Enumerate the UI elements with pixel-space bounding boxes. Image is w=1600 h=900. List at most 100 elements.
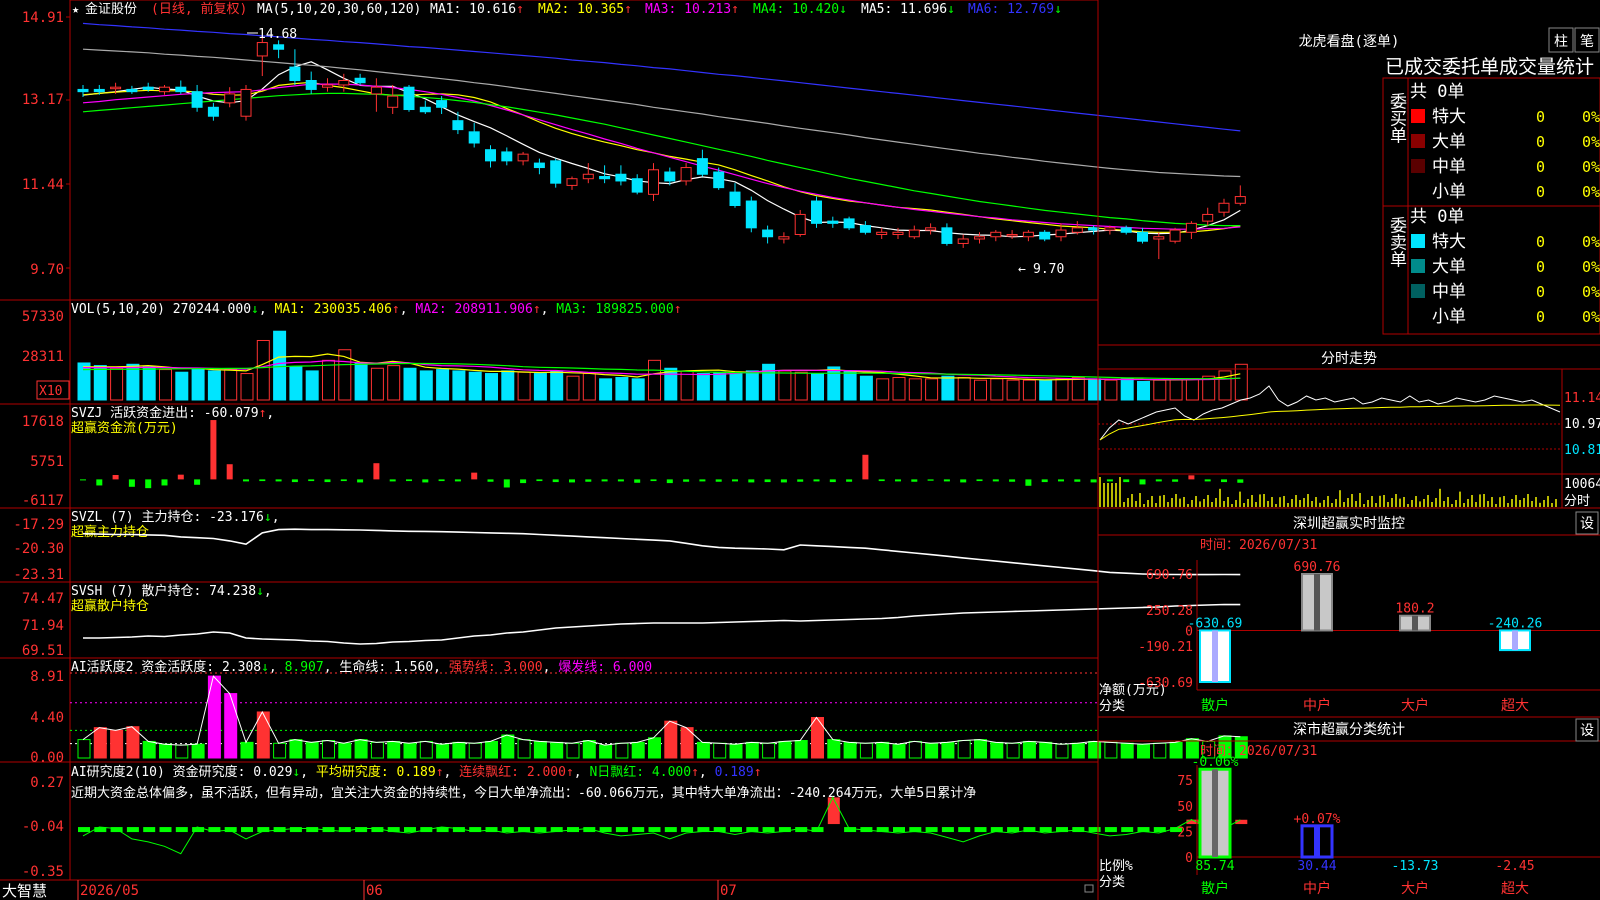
- candle-body: [582, 173, 594, 180]
- svzj-bar: [275, 479, 282, 482]
- ai2-bar: [404, 827, 416, 833]
- ai1-bar: [1039, 741, 1053, 759]
- ai2-bar: [632, 827, 645, 833]
- vol-bar: [191, 367, 205, 401]
- candle-body: [452, 120, 464, 131]
- order-type-label: 小单: [1432, 182, 1466, 202]
- svzj-y-tick: 5751: [30, 454, 64, 470]
- ai1-bar: [1120, 742, 1134, 759]
- svzj-bar: [878, 479, 885, 482]
- stats-category: 散户: [1201, 880, 1229, 897]
- svzj-bar: [324, 479, 331, 483]
- chart-mode[interactable]: (日线, 前复权): [151, 1, 247, 17]
- svzj-bar: [960, 479, 967, 483]
- vol-bar: [354, 362, 368, 401]
- order-type-label: 中单: [1432, 157, 1466, 177]
- vol-bar: [745, 370, 759, 401]
- sell-total: 共 0单: [1410, 207, 1464, 227]
- svzj-bar: [291, 479, 298, 483]
- svzj-bar: [226, 464, 233, 480]
- ai1-bar: [794, 740, 808, 759]
- candle-body: [696, 158, 708, 175]
- candle-body: [1185, 222, 1197, 233]
- order-type-label: 大单: [1432, 132, 1466, 152]
- stats-value-label: -13.73: [1392, 859, 1439, 874]
- ai1-bar: [501, 734, 515, 759]
- vol-bar: [403, 367, 417, 401]
- svzl-y-tick: -17.29: [13, 517, 64, 533]
- stats-y-tick: 0: [1185, 851, 1193, 866]
- candle-body: [207, 106, 219, 117]
- ai2-bar: [664, 827, 677, 833]
- stats-y-tick: 25: [1177, 825, 1193, 840]
- candle-body: [794, 213, 806, 236]
- monitor-category: 超大: [1501, 698, 1529, 714]
- intraday-vol-tick: 10064: [1564, 477, 1600, 492]
- vol-bar: [680, 370, 694, 401]
- svzj-bar: [1090, 479, 1097, 483]
- svzj-bar: [715, 479, 722, 482]
- ai1-bar: [843, 741, 857, 759]
- svzj-bar: [1221, 479, 1227, 483]
- ai1-bar: [778, 740, 792, 759]
- svzj-bar: [943, 479, 950, 482]
- order-count: 0: [1536, 258, 1545, 276]
- order-percent: 0%: [1582, 258, 1600, 276]
- monitor-value-label: -630.69: [1188, 616, 1243, 631]
- ai2-bar: [925, 827, 938, 833]
- ai1-bar: [468, 742, 482, 759]
- ai2-title: AI研究度2(10) 资金研究度: 0.029↓, 平均研究度: 0.189↑,…: [71, 764, 762, 780]
- vol-bar: [729, 373, 743, 401]
- ai1-bar: [876, 741, 890, 759]
- favorite-star-icon[interactable]: ★: [72, 2, 79, 16]
- svzj-bar: [128, 479, 135, 487]
- stats-top-label: -0.06%: [1192, 755, 1239, 770]
- vol-bar: [533, 373, 547, 401]
- stats-settings-button[interactable]: 设: [1575, 718, 1599, 742]
- ai1-bar: [1055, 743, 1069, 759]
- svzl-title: SVZL (7) 主力持仓: -23.176↓,: [71, 510, 280, 525]
- longhu-title: 龙虎看盘(逐单): [1299, 33, 1400, 50]
- candle-body: [175, 86, 187, 93]
- vol-bar: [876, 378, 890, 401]
- x-label: 06: [366, 883, 383, 899]
- vol-bar: [550, 370, 564, 401]
- svzj-bar: [438, 479, 445, 482]
- candle-body: [1022, 231, 1034, 238]
- monitor-value-label: -240.26: [1488, 616, 1543, 631]
- monitor-settings-button[interactable]: 设: [1575, 511, 1599, 535]
- ai2-y-tick: 0.27: [30, 775, 64, 791]
- intraday-label: 分时: [1564, 494, 1590, 509]
- monitor-time: 时间：2026/07/31: [1200, 538, 1317, 553]
- vol-bar: [110, 367, 124, 401]
- vol-bar: [93, 365, 107, 401]
- candle-body: [273, 44, 285, 50]
- order-percent: 0%: [1582, 308, 1600, 326]
- vol-bar: [1218, 370, 1232, 401]
- svg-text:柱: 柱: [1554, 34, 1568, 50]
- svzj-bar: [585, 479, 592, 482]
- candle-body: [729, 191, 741, 207]
- ai1-bar: [322, 740, 335, 759]
- ai1-bar: [696, 741, 710, 759]
- order-type-label: 小单: [1432, 307, 1466, 327]
- tick-view-button[interactable]: 笔: [1574, 27, 1600, 53]
- order-color-swatch: [1411, 109, 1425, 123]
- vol-bar: [1137, 380, 1150, 401]
- stats-bar-stripe: [1212, 769, 1218, 857]
- monitor-category: 大户: [1401, 697, 1429, 714]
- candle-body: [436, 100, 448, 108]
- ai1-y-tick: 8.91: [30, 669, 64, 685]
- bar-view-button[interactable]: 柱: [1548, 27, 1574, 53]
- high-label: 14.68: [258, 27, 297, 42]
- price-y-tick: 14.91: [22, 10, 64, 26]
- intraday-y-tick: 10.81: [1564, 443, 1600, 458]
- svg-text:设: 设: [1580, 723, 1594, 739]
- vol-bar: [811, 373, 824, 401]
- svzl-y-tick: -23.31: [13, 567, 64, 583]
- svzj-bar: [161, 479, 168, 486]
- svzj-bar: [976, 479, 983, 482]
- ai1-bar: [827, 739, 841, 759]
- candle-body: [419, 106, 431, 113]
- intraday-y-tick: 10.97: [1564, 417, 1600, 432]
